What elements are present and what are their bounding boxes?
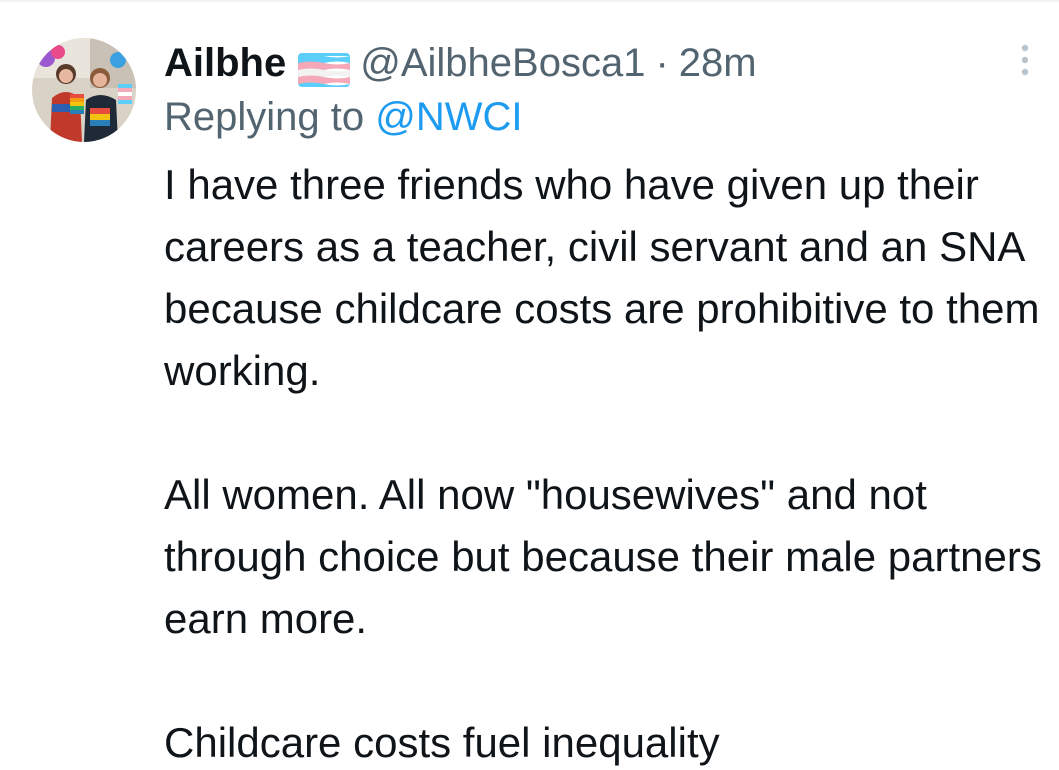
tweet-paragraph: Childcare costs fuel inequality (164, 719, 720, 766)
tweet[interactable]: Ailbhe @AilbheBosca1 · 28m Replying to @… (0, 0, 1059, 770)
separator-dot: · (655, 41, 669, 85)
avatar-photo (32, 38, 136, 142)
tweet-paragraph: All women. All now "housewives" and not … (164, 471, 1042, 642)
timestamp[interactable]: 28m (679, 36, 757, 90)
replying-to-mention[interactable]: @NWCI (375, 95, 522, 139)
display-name[interactable]: Ailbhe (164, 36, 286, 90)
more-options-icon[interactable] (1012, 42, 1038, 78)
user-handle[interactable]: @AilbheBosca1 (360, 36, 645, 90)
tweet-text: I have three friends who have given up t… (164, 154, 1044, 770)
tweet-header: Ailbhe @AilbheBosca1 · 28m (164, 36, 1044, 90)
tweet-content: Ailbhe @AilbheBosca1 · 28m Replying to @… (164, 36, 1044, 770)
replying-to-label: Replying to (164, 95, 365, 139)
tweet-paragraph: I have three friends who have given up t… (164, 161, 1040, 394)
avatar[interactable] (32, 38, 136, 142)
replying-to: Replying to @NWCI (164, 90, 1044, 144)
transgender-flag-icon (298, 47, 351, 87)
